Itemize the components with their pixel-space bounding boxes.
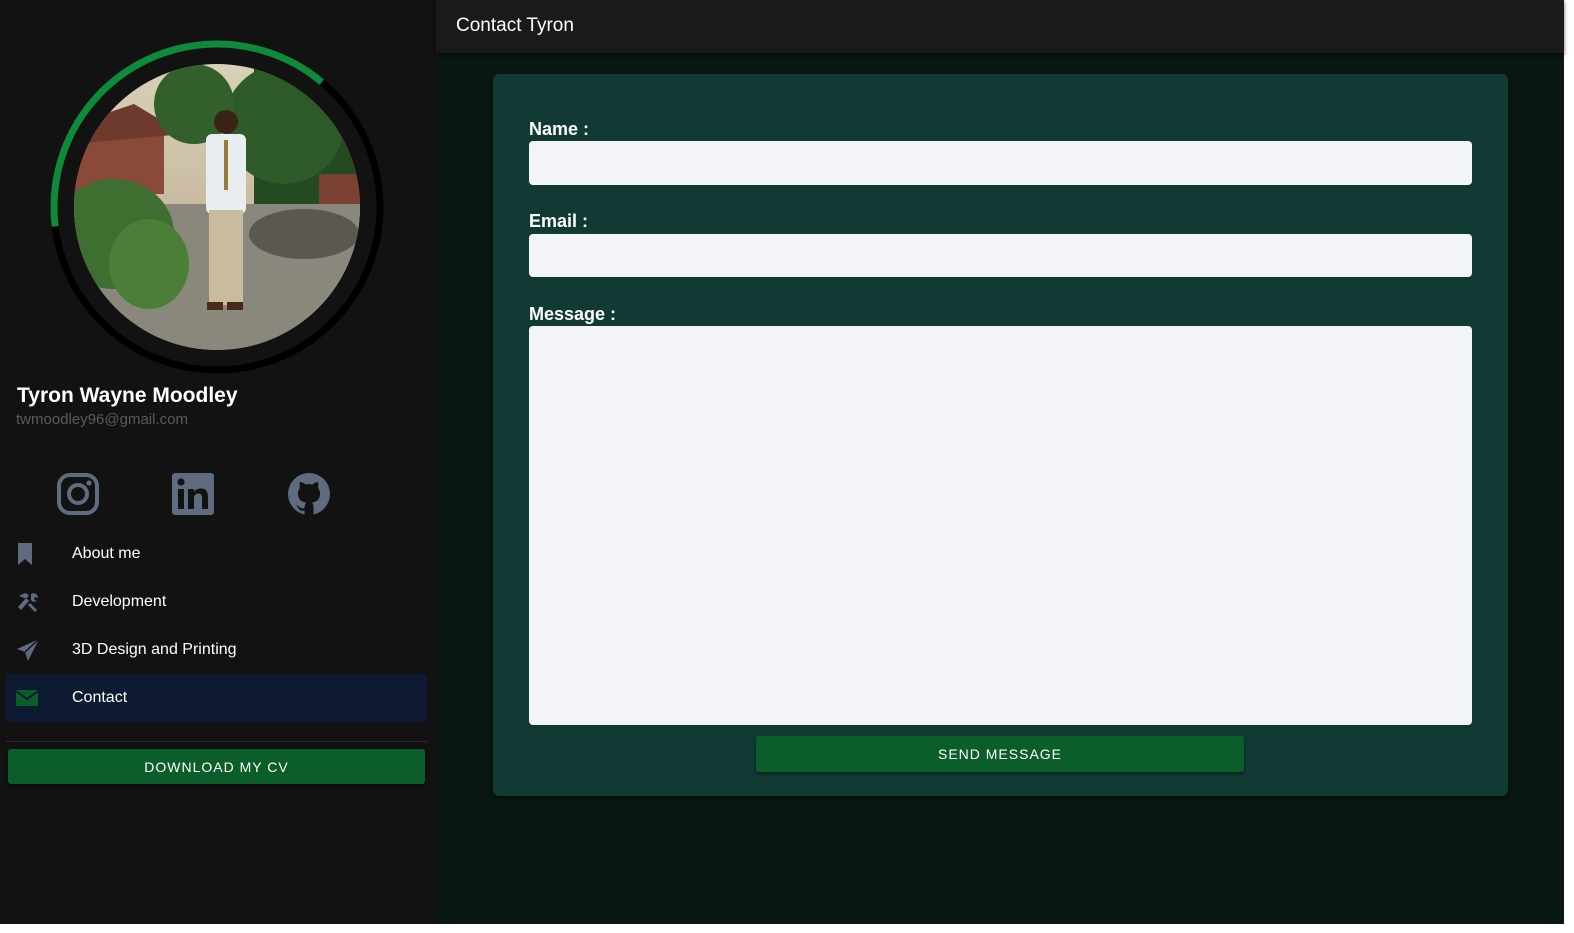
message-textarea[interactable] — [529, 326, 1472, 725]
download-cv-button[interactable]: DOWNLOAD MY CV — [8, 749, 425, 784]
profile-name: Tyron Wayne Moodley — [17, 384, 238, 407]
sidebar: Tyron Wayne Moodley twmoodley96@gmail.co… — [0, 0, 436, 924]
bookmark-icon — [6, 543, 72, 565]
name-field[interactable] — [529, 141, 1472, 185]
profile-email: twmoodley96@gmail.com — [16, 411, 188, 428]
nav-item-3d-design[interactable]: 3D Design and Printing — [6, 626, 427, 674]
envelope-icon — [6, 690, 72, 706]
github-icon[interactable] — [287, 472, 331, 516]
name-label: Name : — [529, 119, 590, 139]
progress-ring — [50, 40, 384, 374]
instagram-icon[interactable] — [56, 472, 100, 516]
divider — [6, 741, 427, 742]
profile-avatar — [47, 37, 387, 377]
nav-item-contact[interactable]: Contact — [6, 674, 427, 722]
linkedin-icon[interactable] — [171, 472, 215, 516]
nav-item-label: Contact — [72, 689, 128, 706]
nav-item-development[interactable]: Development — [6, 578, 427, 626]
message-label: Message : — [529, 304, 617, 324]
email-field[interactable] — [529, 234, 1472, 277]
page-title: Contact Tyron — [456, 15, 574, 36]
nav-item-label: About me — [72, 545, 141, 562]
nav-item-label: 3D Design and Printing — [72, 641, 237, 658]
email-label: Email : — [529, 211, 589, 231]
paper-plane-icon — [6, 638, 72, 662]
send-message-button[interactable]: SEND MESSAGE — [756, 736, 1244, 772]
main-content: Contact Tyron Name : Email : Message : S… — [436, 0, 1564, 924]
contact-form: Name : Email : Message : SEND MESSAGE — [493, 74, 1508, 796]
nav-item-about-me[interactable]: About me — [6, 530, 427, 578]
tools-icon — [6, 591, 72, 613]
nav-item-label: Development — [72, 593, 167, 610]
app-bar: Contact Tyron — [436, 0, 1564, 53]
